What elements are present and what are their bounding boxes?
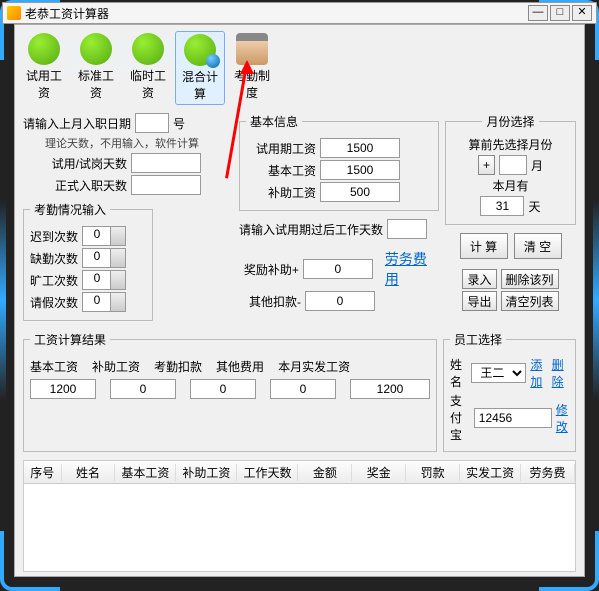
bonus-plus-input[interactable]: [303, 259, 373, 279]
skip-label: 旷工次数: [30, 272, 78, 289]
bonus-minus-label: 其他扣款-: [239, 293, 301, 310]
probation-days-label: 试用/试岗天数: [23, 155, 127, 172]
subsidy-input[interactable]: [320, 182, 400, 202]
app-icon: [7, 6, 21, 20]
add-employee-link[interactable]: 添加: [530, 356, 547, 390]
col-bonus[interactable]: 奖金: [352, 464, 406, 481]
bonus-minus-input[interactable]: [305, 291, 375, 311]
people-icon: [184, 34, 216, 66]
entry-date-label: 请输入上月入职日期: [23, 115, 131, 132]
probation-salary-label: 试用期工资: [246, 140, 316, 157]
base-salary-input[interactable]: [320, 160, 400, 180]
table-header: 序号 姓名 基本工资 补助工资 工作天数 金额 奖金 罚款 实发工资 劳务费: [23, 460, 576, 484]
days-suffix: 天: [528, 198, 540, 215]
delete-employee-link[interactable]: 删除: [552, 356, 569, 390]
window-title: 老恭工资计算器: [25, 5, 528, 22]
col-amount[interactable]: 金额: [298, 464, 352, 481]
result-header-deduct: 考勤扣款: [154, 358, 202, 375]
result-header-base: 基本工资: [30, 358, 78, 375]
month-select-title: 月份选择: [482, 113, 538, 130]
clear-button[interactable]: 清 空: [514, 233, 562, 259]
result-header-other: 其他费用: [216, 358, 264, 375]
col-name[interactable]: 姓名: [62, 464, 116, 481]
col-seq[interactable]: 序号: [24, 464, 62, 481]
tab-temp-salary[interactable]: 临时工资: [123, 31, 173, 105]
col-labor[interactable]: 劳务费: [521, 464, 575, 481]
leave-label: 请假次数: [30, 294, 78, 311]
month-select-hint: 算前先选择月份: [452, 136, 569, 153]
month-days-input[interactable]: [480, 196, 524, 216]
after-probation-label: 请输入试用期过后工作天数: [239, 221, 383, 238]
modify-link[interactable]: 修改: [556, 401, 569, 435]
after-probation-input[interactable]: [387, 219, 427, 239]
col-actual[interactable]: 实发工资: [460, 464, 521, 481]
tab-standard-salary[interactable]: 标准工资: [71, 31, 121, 105]
absent-label: 缺勤次数: [30, 250, 78, 267]
col-base[interactable]: 基本工资: [115, 464, 176, 481]
entry-date-suffix: 号: [173, 115, 185, 132]
clear-list-button[interactable]: 清空列表: [501, 291, 559, 311]
record-button[interactable]: 录入: [462, 269, 496, 289]
entry-date-hint: 理论天数，不用输入，软件计算: [45, 135, 199, 151]
clipboard-icon: [236, 33, 268, 65]
table-body[interactable]: [23, 484, 576, 572]
attendance-group-title: 考勤情况输入: [30, 201, 110, 218]
base-salary-label: 基本工资: [246, 162, 316, 179]
col-penalty[interactable]: 罚款: [406, 464, 460, 481]
result-other-input[interactable]: [270, 379, 336, 399]
alipay-input[interactable]: [474, 408, 552, 428]
alipay-label: 支付宝: [450, 392, 470, 443]
employee-title: 员工选择: [450, 331, 506, 348]
tab-probation-salary[interactable]: 试用工资: [19, 31, 69, 105]
toolbar: 试用工资 标准工资 临时工资 混合计算 考勤制度: [15, 25, 584, 107]
subsidy-label: 补助工资: [246, 184, 316, 201]
skip-spinner[interactable]: 0: [82, 270, 126, 290]
close-button[interactable]: ✕: [572, 5, 592, 21]
result-deduct-input[interactable]: [190, 379, 256, 399]
maximize-button[interactable]: □: [550, 5, 570, 21]
tab-mixed-calc[interactable]: 混合计算: [175, 31, 225, 105]
result-header-actual: 本月实发工资: [278, 358, 350, 375]
month-plus-button[interactable]: +: [478, 155, 495, 175]
delete-row-button[interactable]: 删除该列: [501, 269, 559, 289]
month-suffix: 月: [531, 157, 543, 174]
name-select[interactable]: 王二: [471, 363, 526, 383]
absent-spinner[interactable]: 0: [82, 248, 126, 268]
probation-salary-input[interactable]: [320, 138, 400, 158]
name-label: 姓名: [450, 356, 467, 390]
export-button[interactable]: 导出: [462, 291, 496, 311]
minimize-button[interactable]: —: [528, 5, 548, 21]
person-icon: [132, 33, 164, 65]
formal-days-label: 正式入职天数: [23, 177, 127, 194]
leave-spinner[interactable]: 0: [82, 292, 126, 312]
month-input[interactable]: [499, 155, 527, 175]
formal-days-input[interactable]: [131, 175, 201, 195]
probation-days-input[interactable]: [131, 153, 201, 173]
result-header-subsidy: 补助工资: [92, 358, 140, 375]
col-subsidy[interactable]: 补助工资: [176, 464, 237, 481]
results-title: 工资计算结果: [30, 331, 110, 348]
late-label: 迟到次数: [30, 228, 78, 245]
bonus-plus-label: 奖励补助+: [239, 261, 299, 278]
result-actual-input[interactable]: [350, 379, 430, 399]
person-icon: [28, 33, 60, 65]
entry-date-input[interactable]: [135, 113, 169, 133]
result-subsidy-input[interactable]: [110, 379, 176, 399]
this-month-label: 本月有: [452, 177, 569, 194]
col-workdays[interactable]: 工作天数: [237, 464, 298, 481]
tab-attendance-system[interactable]: 考勤制度: [227, 31, 277, 105]
titlebar: 老恭工资计算器 — □ ✕: [2, 2, 597, 24]
person-icon: [80, 33, 112, 65]
basic-info-title: 基本信息: [246, 113, 302, 130]
result-base-input[interactable]: [30, 379, 96, 399]
calculate-button[interactable]: 计 算: [460, 233, 508, 259]
late-spinner[interactable]: 0: [82, 226, 126, 246]
labor-cost-link[interactable]: 劳务费用: [385, 249, 439, 289]
